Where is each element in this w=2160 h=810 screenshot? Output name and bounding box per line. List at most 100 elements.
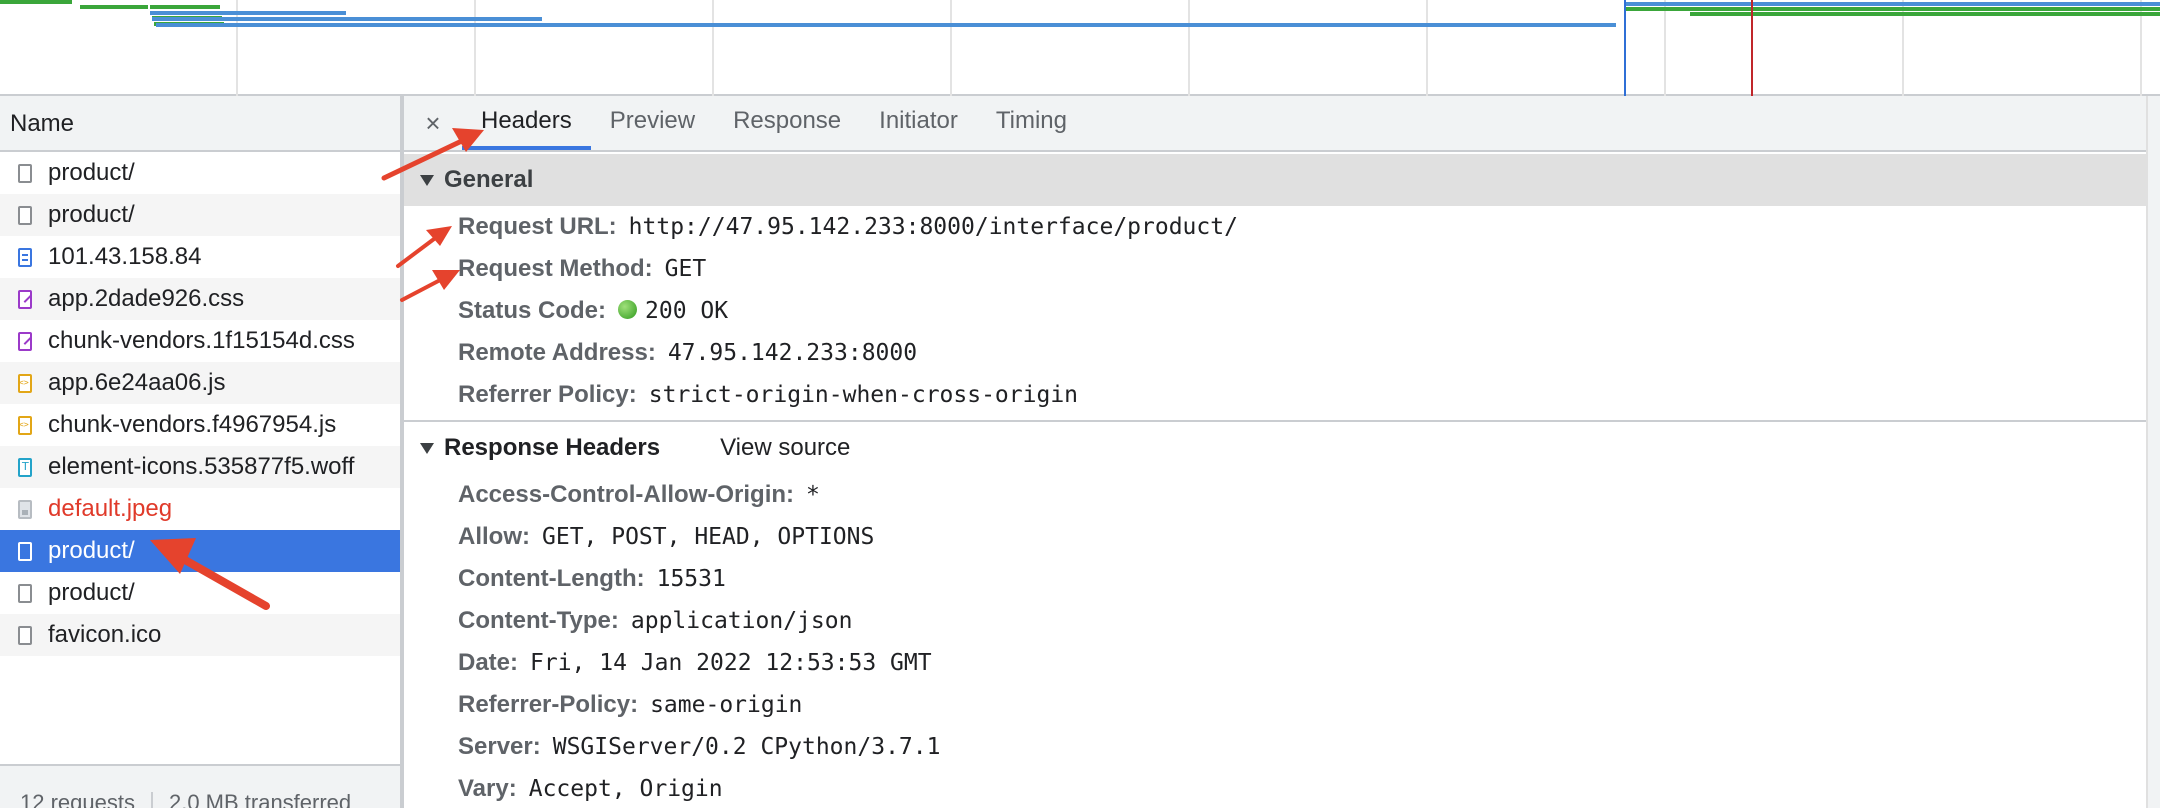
document-icon xyxy=(18,205,32,225)
request-row[interactable]: chunk-vendors.f4967954.js xyxy=(0,404,400,446)
request-name: app.2dade926.css xyxy=(48,285,245,312)
request-name: default.jpeg xyxy=(48,495,173,522)
script-icon xyxy=(18,373,32,393)
request-name: product/ xyxy=(48,579,135,606)
timeline-bar xyxy=(156,23,1616,27)
timeline-gridline xyxy=(474,0,476,96)
header-value: strict-origin-when-cross-origin xyxy=(648,382,1079,408)
transferred-size: 2.0 MB transferred xyxy=(168,790,352,808)
request-name: favicon.ico xyxy=(48,621,162,648)
name-column-header[interactable]: Name xyxy=(0,96,400,152)
timeline-bar xyxy=(80,5,148,9)
script-icon xyxy=(18,415,32,435)
response-header-row: Referrer-Policy: same-origin xyxy=(404,684,2160,726)
triangle-down-icon xyxy=(420,442,434,454)
header-value: 15531 xyxy=(656,566,726,592)
timeline-bar xyxy=(1690,12,2160,16)
timeline-gridline xyxy=(712,0,714,96)
general-section-title: General xyxy=(444,166,534,193)
tab-preview[interactable]: Preview xyxy=(591,96,714,150)
request-name: product/ xyxy=(48,537,135,564)
tab-headers[interactable]: Headers xyxy=(462,96,591,150)
response-header-row: Vary: Accept, Origin xyxy=(404,768,2160,810)
header-value: http://47.95.142.233:8000/interface/prod… xyxy=(628,214,1238,240)
timeline-gridline xyxy=(950,0,952,96)
request-row[interactable]: element-icons.535877f5.woff xyxy=(0,446,400,488)
general-section-body: Request URL: http://47.95.142.233:8000/i… xyxy=(404,206,2160,416)
general-section-toggle[interactable]: General xyxy=(404,154,2160,206)
request-count: 12 requests xyxy=(20,790,135,808)
request-details-panel: × Headers Preview Response Initiator Tim… xyxy=(404,96,2160,808)
request-row[interactable]: app.6e24aa06.js xyxy=(0,362,400,404)
tab-initiator[interactable]: Initiator xyxy=(860,96,977,150)
response-header-row: Allow: GET, POST, HEAD, OPTIONS xyxy=(404,516,2160,558)
header-key: Access-Control-Allow-Origin: xyxy=(458,481,795,508)
header-key: Status Code: xyxy=(458,297,607,324)
image-icon xyxy=(18,499,32,519)
status-ok-dot-icon xyxy=(618,299,638,319)
header-value: 47.95.142.233:8000 xyxy=(667,340,918,366)
document-icon xyxy=(18,163,32,183)
request-name: element-icons.535877f5.woff xyxy=(48,453,355,480)
font-icon xyxy=(18,457,32,477)
response-header-row: Server: WSGIServer/0.2 CPython/3.7.1 xyxy=(404,726,2160,768)
header-key: Date: xyxy=(458,649,519,676)
request-row[interactable]: product/ xyxy=(0,194,400,236)
header-key: Vary: xyxy=(458,775,517,802)
general-header-row: Referrer Policy: strict-origin-when-cros… xyxy=(404,374,2160,416)
close-details-button[interactable]: × xyxy=(404,96,462,150)
request-name: product/ xyxy=(48,201,135,228)
general-header-row: Status Code: 200 OK xyxy=(404,290,2160,332)
network-status-bar: 12 requests 2.0 MB transferred xyxy=(0,764,400,808)
timeline-gridline xyxy=(1664,0,1666,96)
header-key: Referrer Policy: xyxy=(458,381,637,408)
response-headers-section-toggle[interactable]: Response Headers View source xyxy=(404,422,2160,474)
header-value: application/json xyxy=(630,608,853,634)
request-row[interactable]: app.2dade926.css xyxy=(0,278,400,320)
dom-content-loaded-marker xyxy=(1624,0,1626,96)
request-row[interactable]: product/ xyxy=(0,152,400,194)
request-name: 101.43.158.84 xyxy=(48,243,202,270)
response-header-row: Access-Control-Allow-Origin: * xyxy=(404,474,2160,516)
load-event-marker xyxy=(1751,0,1753,96)
request-name: product/ xyxy=(48,159,135,186)
header-value: GET, POST, HEAD, OPTIONS xyxy=(542,524,875,550)
request-row[interactable]: product/ xyxy=(0,572,400,614)
timeline-gridline xyxy=(1188,0,1190,96)
stylesheet-icon xyxy=(18,289,32,309)
header-value: * xyxy=(806,482,820,508)
request-row[interactable]: chunk-vendors.1f15154d.css xyxy=(0,320,400,362)
network-overview-timeline[interactable] xyxy=(0,0,2160,96)
response-header-row: Content-Type: application/json xyxy=(404,600,2160,642)
tab-response[interactable]: Response xyxy=(714,96,860,150)
name-column-header-label: Name xyxy=(10,110,75,137)
response-headers-body: Access-Control-Allow-Origin: * Allow: GE… xyxy=(404,474,2160,810)
header-key: Server: xyxy=(458,733,541,760)
request-row[interactable]: 101.43.158.84 xyxy=(0,236,400,278)
document-icon xyxy=(18,625,32,645)
timeline-bar xyxy=(152,17,542,21)
details-scrollbar[interactable] xyxy=(2146,96,2160,808)
request-row-failed[interactable]: default.jpeg xyxy=(0,488,400,530)
close-icon: × xyxy=(425,107,441,138)
header-value: GET xyxy=(664,256,707,282)
request-row[interactable]: favicon.ico xyxy=(0,614,400,656)
timeline-bar xyxy=(150,11,346,15)
general-header-row: Request URL: http://47.95.142.233:8000/i… xyxy=(404,206,2160,248)
response-header-row: Content-Length: 15531 xyxy=(404,558,2160,600)
timeline-bar xyxy=(1624,7,2160,11)
header-value: WSGIServer/0.2 CPython/3.7.1 xyxy=(552,734,941,760)
timeline-gridline xyxy=(1426,0,1428,96)
request-name: chunk-vendors.f4967954.js xyxy=(48,411,337,438)
status-separator xyxy=(150,792,153,808)
document-icon xyxy=(18,541,32,561)
request-row-selected[interactable]: product/ xyxy=(0,530,400,572)
header-key: Allow: xyxy=(458,523,530,550)
timeline-bar xyxy=(150,5,220,9)
general-header-row: Request Method: GET xyxy=(404,248,2160,290)
stylesheet-icon xyxy=(18,331,32,351)
view-source-link[interactable]: View source xyxy=(720,434,850,462)
header-value: Fri, 14 Jan 2022 12:53:53 GMT xyxy=(530,650,932,676)
request-name: chunk-vendors.1f15154d.css xyxy=(48,327,355,354)
tab-timing[interactable]: Timing xyxy=(977,96,1086,150)
